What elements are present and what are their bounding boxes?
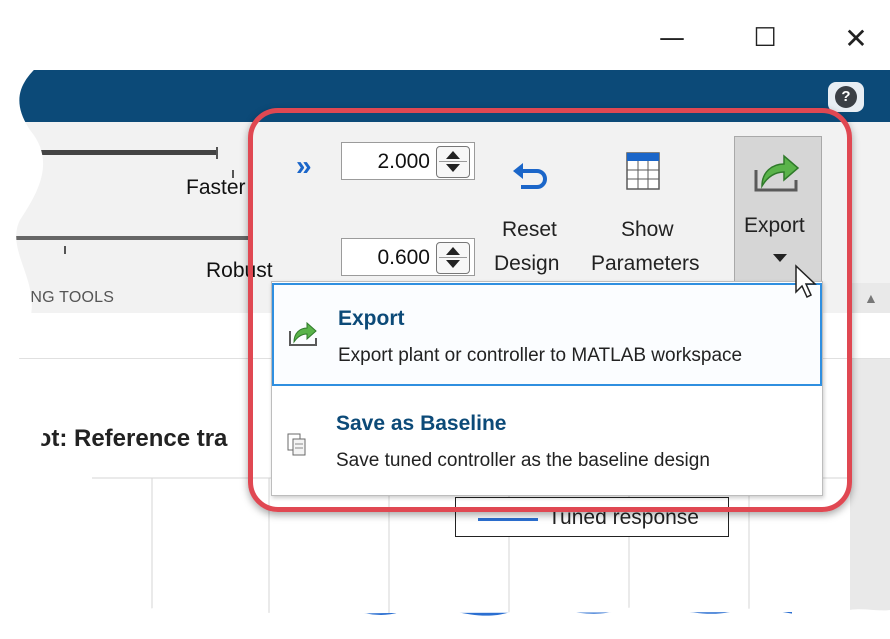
menu-item-description: Export plant or controller to MATLAB wor… (338, 345, 743, 366)
menu-item-title: Export (338, 307, 405, 330)
menu-item-title: Save as Baseline (336, 412, 507, 435)
menu-item-export[interactable]: Export Export plant or controller to MAT… (272, 283, 822, 386)
menu-item-save-as-baseline[interactable]: Save as Baseline Save tuned controller a… (272, 394, 822, 494)
export-dropdown-menu: Export Export plant or controller to MAT… (271, 281, 823, 496)
mouse-cursor-icon (795, 264, 817, 299)
save-baseline-icon (287, 433, 306, 456)
app-window: — ☐ ✕ ? NING TOOLS Faster Robust » 2.000… (0, 0, 890, 639)
export-icon (289, 321, 317, 346)
menu-item-description: Save tuned controller as the baseline de… (336, 450, 710, 471)
